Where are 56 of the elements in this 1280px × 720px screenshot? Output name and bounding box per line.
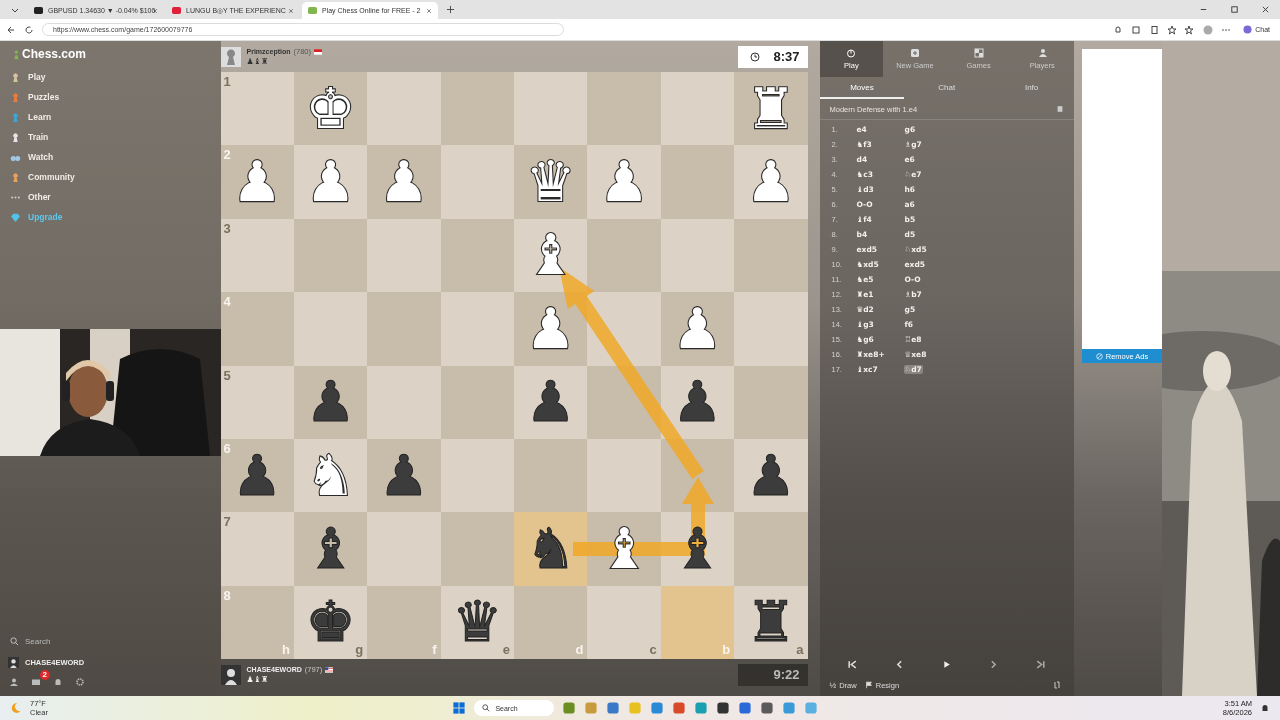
rank-label: 1	[223, 74, 231, 89]
chess-piece[interactable]: ♞	[525, 520, 576, 577]
rank-label: 3	[223, 220, 231, 236]
chess-piece[interactable]: ♝	[305, 520, 356, 577]
rank-label: 8	[223, 587, 231, 603]
board-square[interactable]: ♟	[367, 438, 441, 513]
board-square[interactable]: ♟	[734, 438, 808, 513]
clock-time: 9:22	[773, 667, 800, 682]
captured-pieces: ♟♝♜	[246, 57, 270, 66]
nav-item[interactable]: Community	[0, 167, 221, 187]
file-label: b	[722, 642, 731, 657]
rank-label: 7	[223, 514, 231, 530]
chess-piece[interactable]: ♟	[378, 447, 430, 504]
file-label: d	[575, 642, 584, 657]
board-square[interactable]: ♞	[514, 512, 588, 586]
captured-pieces: ♟♝♜	[246, 675, 270, 684]
file-label: g	[355, 642, 364, 657]
chess-piece[interactable]: ♟	[745, 447, 796, 504]
chess-piece[interactable]: ♛	[452, 594, 503, 651]
board-square[interactable]: ♝	[293, 512, 368, 586]
board-square[interactable]: 3	[220, 218, 294, 293]
notification-badge: 2	[39, 670, 50, 680]
nav-item[interactable]: Puzzles	[0, 87, 221, 107]
board-square[interactable]: ♟	[514, 365, 588, 439]
chess-piece[interactable]: ♟	[232, 447, 283, 504]
logo[interactable]: Chess.com	[0, 47, 221, 67]
clock-time: 8:37	[773, 49, 800, 64]
chess-piece[interactable]: ♚	[305, 594, 356, 651]
nav-item[interactable]: Train	[0, 127, 221, 147]
nav-item[interactable]: Other	[0, 187, 221, 207]
tab[interactable]: Chat	[904, 77, 990, 99]
rank-label: 2	[223, 147, 231, 163]
nav-item[interactable]: Watch	[0, 147, 221, 167]
rank-label: 4	[223, 294, 231, 310]
board-square[interactable]: 7	[220, 512, 294, 586]
chess-piece[interactable]: ♟	[305, 374, 356, 431]
nav-item[interactable]: Upgrade	[0, 207, 221, 227]
tab[interactable]: Info	[989, 77, 1074, 99]
rank-label: 6	[223, 440, 231, 456]
search-field[interactable]: Search	[25, 636, 145, 646]
rank-label: 5	[223, 367, 231, 383]
board-square[interactable]: ♟	[293, 365, 368, 439]
file-label: h	[281, 642, 290, 657]
chess-piece[interactable]: ♜	[745, 594, 796, 651]
file-label: e	[502, 642, 511, 657]
nav-item[interactable]: Learn	[0, 107, 221, 127]
board-square[interactable]: 1	[220, 72, 294, 146]
file-label: c	[649, 642, 657, 657]
file-label: f	[432, 642, 437, 657]
board-square[interactable]: 5	[220, 365, 294, 439]
file-label: a	[796, 642, 804, 657]
chess-piece[interactable]: ♟	[525, 374, 576, 431]
chess-piece[interactable]: ♟	[672, 374, 723, 431]
tab[interactable]: Moves	[819, 77, 905, 99]
board-square[interactable]: c	[587, 585, 661, 659]
nav-item[interactable]: Play	[0, 67, 221, 87]
